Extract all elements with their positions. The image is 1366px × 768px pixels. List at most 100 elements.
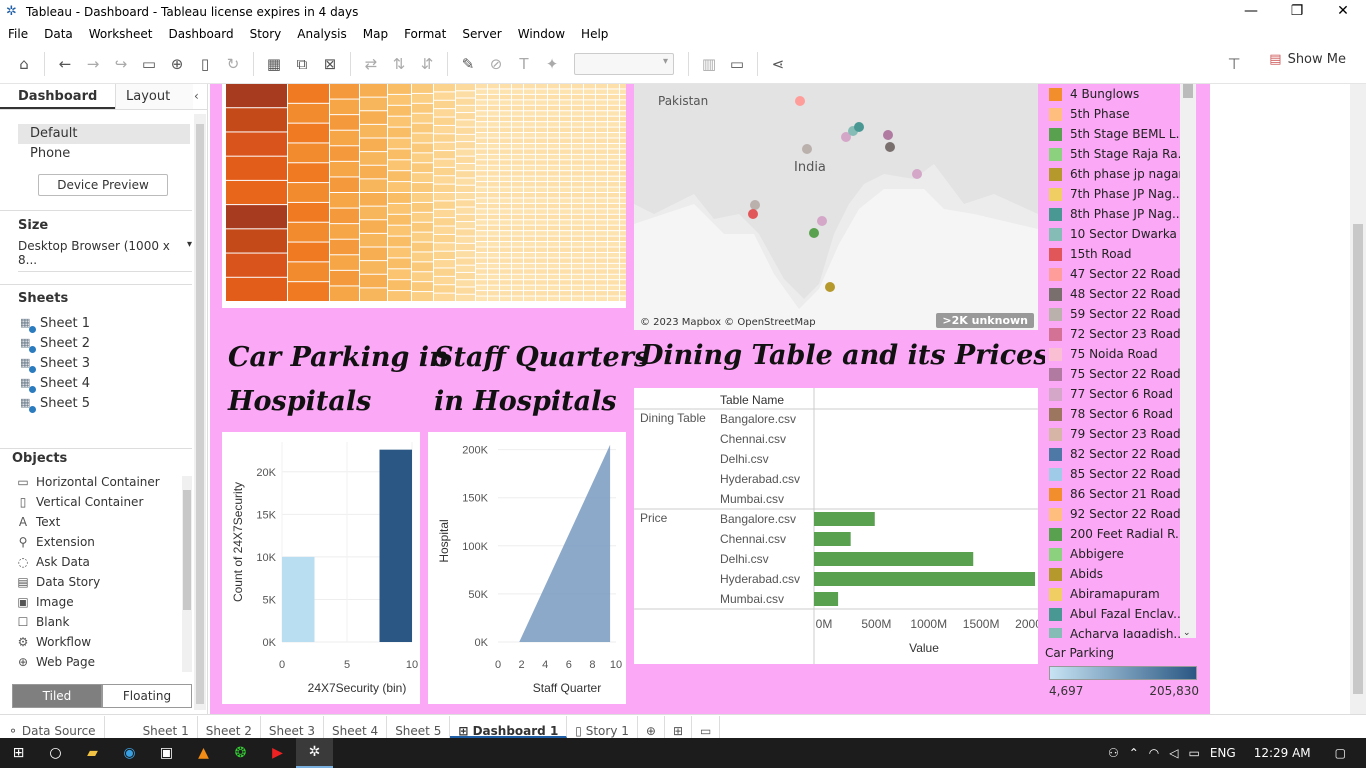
tab-sheet-2[interactable]: Sheet 2 <box>198 715 261 738</box>
tab-dashboard-1[interactable]: ⊞ Dashboard 1 <box>450 715 568 738</box>
object-workflow[interactable]: ⚙ Workflow <box>0 632 192 652</box>
pause-updates-icon[interactable]: ▯ <box>191 50 219 78</box>
legend-item[interactable]: Abiramapuram <box>1045 584 1195 604</box>
legend-item[interactable]: 7th Phase JP Nag.. <box>1045 184 1195 204</box>
menu-dashboard[interactable]: Dashboard <box>160 27 241 41</box>
left-panel-scrollbar[interactable] <box>194 114 206 710</box>
new-worksheet-icon[interactable]: ▦ <box>260 50 288 78</box>
menu-file[interactable]: File <box>0 27 36 41</box>
legend-item[interactable]: 75 Sector 22 Road <box>1045 364 1195 384</box>
legend-item[interactable]: 47 Sector 22 Road <box>1045 264 1195 284</box>
tab-story-1[interactable]: ▯ Story 1 <box>567 715 638 738</box>
wifi-icon[interactable]: ◠ <box>1149 746 1159 760</box>
object-horizontal-container[interactable]: ▭ Horizontal Container <box>0 472 192 492</box>
legend-item[interactable]: 200 Feet Radial R.. <box>1045 524 1195 544</box>
tab-sheet-5[interactable]: Sheet 5 <box>387 715 451 738</box>
tab-sheet-1[interactable]: Sheet 1 <box>135 715 198 738</box>
restore-button[interactable]: ❐ <box>1274 0 1320 24</box>
object-text[interactable]: A Text <box>0 512 192 532</box>
legend-item[interactable]: 59 Sector 22 Road <box>1045 304 1195 324</box>
legend-item[interactable]: 4 Bunglows <box>1045 84 1195 104</box>
presenter-icon[interactable]: ⊤ <box>1220 50 1248 78</box>
save-icon[interactable]: ▭ <box>135 50 163 78</box>
legend-item[interactable]: 10 Sector Dwarka <box>1045 224 1195 244</box>
legend-item[interactable]: Acharya Jagadish.. <box>1045 624 1195 638</box>
clock[interactable]: 12:29 AM <box>1254 746 1311 760</box>
legend-item[interactable]: 5th Stage Raja Ra.. <box>1045 144 1195 164</box>
tab-sheet-4[interactable]: Sheet 4 <box>324 715 388 738</box>
legend-item[interactable]: 8th Phase JP Nag.. <box>1045 204 1195 224</box>
size-select[interactable]: Desktop Browser (1000 x 8... <box>18 239 192 272</box>
duplicate-sheet-icon[interactable]: ⧉ <box>288 50 316 78</box>
people-icon[interactable]: ⚇ <box>1108 746 1119 760</box>
chevron-down-icon[interactable]: ⌄ <box>1183 628 1191 638</box>
object-data-story[interactable]: ▤ Data Story <box>0 572 192 592</box>
new-worksheet-tab-icon[interactable]: ⊕ <box>638 715 665 738</box>
legend-item[interactable]: 92 Sector 22 Road <box>1045 504 1195 524</box>
undo-icon[interactable]: ← <box>51 50 79 78</box>
volume-icon[interactable]: ◁ <box>1169 746 1178 760</box>
floating-button[interactable]: Floating <box>102 684 192 708</box>
notification-icon[interactable]: ▢ <box>1335 746 1346 760</box>
device-phone[interactable]: Phone <box>0 144 192 164</box>
fit-dropdown[interactable] <box>574 52 674 75</box>
map-point[interactable] <box>825 282 835 292</box>
share-icon[interactable]: ⋖ <box>764 50 792 78</box>
treemap-chart[interactable] <box>222 84 626 308</box>
tab-layout[interactable]: Layout <box>115 84 193 109</box>
car-parking-chart[interactable]: 0K 5K 10K 15K 20K 0 5 10 24X7Security (bin) Count… <box>222 432 420 704</box>
store-icon[interactable]: ▣ <box>148 738 185 768</box>
map-point[interactable] <box>885 142 895 152</box>
menu-worksheet[interactable]: Worksheet <box>81 27 161 41</box>
collapse-panel-icon[interactable]: ‹ <box>194 89 199 103</box>
object-vertical-container[interactable]: ▯ Vertical Container <box>0 492 192 512</box>
india-map[interactable]: Pakistan India © 2023 Mapbox © OpenStree… <box>634 84 1038 330</box>
menu-story[interactable]: Story <box>242 27 290 41</box>
legend-item[interactable]: Abids <box>1045 564 1195 584</box>
legend-item[interactable]: 77 Sector 6 Road <box>1045 384 1195 404</box>
object-blank[interactable]: ☐ Blank <box>0 612 192 632</box>
menu-window[interactable]: Window <box>510 27 573 41</box>
menu-format[interactable]: Format <box>396 27 454 41</box>
map-point[interactable] <box>883 130 893 140</box>
menu-analysis[interactable]: Analysis <box>289 27 354 41</box>
canvas-scrollbar[interactable] <box>1350 84 1366 714</box>
labels-icon[interactable]: T <box>510 50 538 78</box>
new-dashboard-tab-icon[interactable]: ⊞ <box>665 715 692 738</box>
map-point[interactable] <box>912 169 922 179</box>
youtube-icon[interactable]: ▶ <box>259 738 296 768</box>
highlight-icon[interactable]: ✎ <box>454 50 482 78</box>
unknown-badge[interactable]: >2K unknown <box>936 313 1034 328</box>
object-ask-data[interactable]: ◌ Ask Data <box>0 552 192 572</box>
edge-icon[interactable]: ◉ <box>111 738 148 768</box>
menu-help[interactable]: Help <box>573 27 616 41</box>
object-web-page[interactable]: ⊕ Web Page <box>0 652 192 672</box>
tableau-taskbar-icon[interactable]: ✲ <box>296 738 333 768</box>
legend-scrollbar[interactable]: ⌄ <box>1180 84 1196 638</box>
new-story-tab-icon[interactable]: ▭ <box>692 715 721 738</box>
device-preview-button[interactable]: Device Preview <box>38 174 168 196</box>
clear-sheet-icon[interactable]: ⊠ <box>316 50 344 78</box>
menu-server[interactable]: Server <box>454 27 509 41</box>
home-icon[interactable]: ⌂ <box>10 50 38 78</box>
windows-start-icon[interactable]: ⊞ <box>0 738 37 768</box>
tab-sheet-3[interactable]: Sheet 3 <box>261 715 325 738</box>
replay-icon[interactable]: ↪ <box>107 50 135 78</box>
map-point[interactable] <box>817 216 827 226</box>
map-point[interactable] <box>748 209 758 219</box>
legend-item[interactable]: 6th phase jp nagar <box>1045 164 1195 184</box>
map-point[interactable] <box>795 96 805 106</box>
legend-item[interactable]: 48 Sector 22 Road <box>1045 284 1195 304</box>
sheet-item[interactable]: ▦ Sheet 3 <box>0 354 192 374</box>
sort-ascending-icon[interactable]: ⇅ <box>385 50 413 78</box>
pin-icon[interactable]: ✦ <box>538 50 566 78</box>
close-button[interactable]: ✕ <box>1320 0 1366 24</box>
map-point[interactable] <box>809 228 819 238</box>
minimize-button[interactable]: — <box>1228 0 1274 24</box>
tab-data-source[interactable]: ⚬ Data Source <box>0 715 105 738</box>
legend-item[interactable]: Abbigere <box>1045 544 1195 564</box>
object-image[interactable]: ▣ Image <box>0 592 192 612</box>
legend-item[interactable]: 5th Phase <box>1045 104 1195 124</box>
legend-item[interactable]: 78 Sector 6 Road <box>1045 404 1195 424</box>
device-default[interactable]: Default <box>18 124 190 144</box>
